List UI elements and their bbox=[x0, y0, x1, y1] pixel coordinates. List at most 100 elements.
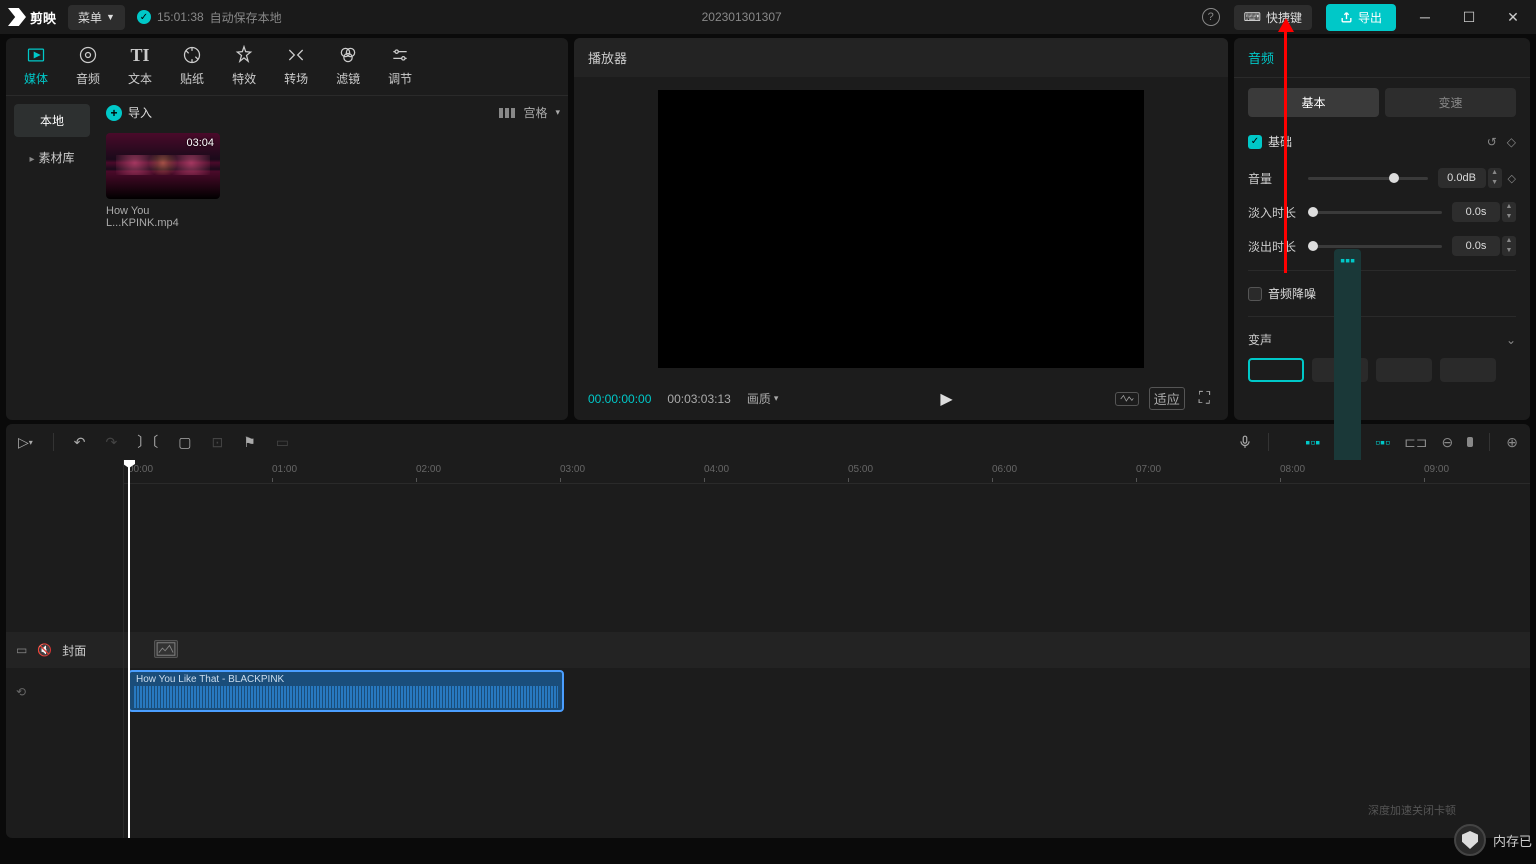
subtab-speed[interactable]: 变速 bbox=[1385, 88, 1516, 117]
redo-button[interactable]: ↷ bbox=[106, 434, 118, 451]
zoom-out[interactable]: ⊖ bbox=[1442, 434, 1454, 451]
minimize-button[interactable]: ─ bbox=[1410, 5, 1440, 29]
volume-value[interactable]: 0.0dB bbox=[1438, 168, 1486, 188]
preview-screen[interactable] bbox=[658, 90, 1144, 368]
thumbnail-image: 03:04 bbox=[106, 133, 220, 199]
keyframe-icon[interactable]: ◇ bbox=[1507, 135, 1516, 149]
project-title: 202301301307 bbox=[294, 10, 1190, 24]
keyboard-icon: ⌨ bbox=[1244, 10, 1261, 24]
tab-audio[interactable]: 音频 bbox=[76, 44, 100, 95]
play-button[interactable]: ▶ bbox=[940, 389, 952, 409]
lock-icon[interactable]: ⟲ bbox=[16, 685, 26, 699]
media-area: + 导入 宫格 ▾ 03:04 How You L...KPINK.mp4 bbox=[98, 96, 568, 420]
annotation-arrow bbox=[1284, 28, 1287, 273]
mic-button[interactable] bbox=[1238, 434, 1252, 450]
fit-button[interactable]: 适应 bbox=[1149, 387, 1185, 410]
logo-icon bbox=[8, 8, 26, 26]
text-icon: TI bbox=[129, 44, 151, 66]
volume-label: 音量 bbox=[1248, 170, 1298, 187]
fadein-spinner[interactable]: ▲▼ bbox=[1502, 202, 1516, 222]
flag-tool[interactable]: ⚑ bbox=[243, 434, 256, 451]
basic-label: 基础 bbox=[1268, 133, 1292, 150]
volume-spinner[interactable]: ▲▼ bbox=[1488, 168, 1502, 188]
tab-adjust[interactable]: 调节 bbox=[388, 44, 412, 95]
tab-filter[interactable]: 滤镜 bbox=[336, 44, 360, 95]
basic-checkbox[interactable]: ✓ bbox=[1248, 135, 1262, 149]
snap-toggle[interactable]: ⊏⊐ bbox=[1404, 434, 1427, 451]
menu-button[interactable]: 菜单 ▼ bbox=[68, 5, 125, 30]
timeline-ruler[interactable]: 00:00 01:00 02:00 03:00 04:00 05:00 06:0… bbox=[124, 460, 1530, 484]
split-tool[interactable]: 〕〔 bbox=[137, 432, 158, 452]
fadein-value[interactable]: 0.0s bbox=[1452, 202, 1500, 222]
audio-waveform bbox=[134, 686, 558, 708]
cover-thumb-icon bbox=[154, 640, 178, 658]
tool-b[interactable]: ▭ bbox=[276, 434, 289, 451]
tab-transition[interactable]: 转场 bbox=[284, 44, 308, 95]
delete-tool[interactable]: ▢ bbox=[178, 434, 191, 451]
track-toggle-1[interactable]: ▪▫▪ bbox=[1305, 434, 1320, 450]
timeline-body[interactable]: 00:00 01:00 02:00 03:00 04:00 05:00 06:0… bbox=[124, 460, 1530, 838]
audio-track-header[interactable]: ⟲ bbox=[6, 668, 123, 716]
reset-icon[interactable]: ↺ bbox=[1487, 135, 1497, 149]
import-button[interactable]: + 导入 bbox=[106, 104, 152, 121]
shortcut-button[interactable]: ⌨ 快捷键 bbox=[1234, 5, 1312, 30]
tab-media[interactable]: 媒体 bbox=[24, 44, 48, 95]
app-name: 剪映 bbox=[30, 8, 56, 27]
select-tool[interactable]: ▷▾ bbox=[18, 434, 33, 451]
track-toggle-3[interactable]: ▫▪▫ bbox=[1375, 434, 1390, 450]
volume-slider[interactable] bbox=[1308, 177, 1428, 180]
media-icon bbox=[25, 44, 47, 66]
security-badge[interactable] bbox=[1454, 824, 1486, 856]
filter-icon bbox=[337, 44, 359, 66]
maximize-button[interactable]: ☐ bbox=[1454, 5, 1484, 29]
transition-icon bbox=[285, 44, 307, 66]
view-toggle[interactable]: 宫格 ▾ bbox=[499, 104, 560, 121]
audio-track[interactable]: How You Like That - BLACKPINK bbox=[124, 668, 1530, 716]
export-icon bbox=[1340, 11, 1353, 24]
volume-keyframe[interactable]: ◇ bbox=[1508, 172, 1516, 185]
autosave-status: ✓ 15:01:38 自动保存本地 bbox=[137, 9, 282, 26]
thumbnail-name: How You L...KPINK.mp4 bbox=[106, 205, 220, 229]
fadein-label: 淡入时长 bbox=[1248, 204, 1298, 221]
scope-icon[interactable] bbox=[1115, 392, 1139, 406]
timeline-toolbar: ▷▾ ↶ ↷ 〕〔 ▢ ⊡ ⚑ ▭ ▪▫▪ ▪▪▪ ▫▪▫ ⊏⊐ ⊖ ⊕ bbox=[6, 424, 1530, 460]
help-icon[interactable]: ? bbox=[1202, 8, 1220, 26]
fadeout-slider[interactable] bbox=[1308, 245, 1442, 248]
media-panel: 媒体 音频 TI文本 贴纸 特效 转场 滤镜 调节 本地 ▸素材库 + 导入 bbox=[6, 38, 568, 420]
cover-track-header[interactable]: ▭ 🔇 封面 bbox=[6, 632, 123, 668]
fadein-slider[interactable] bbox=[1308, 211, 1442, 214]
tab-text[interactable]: TI文本 bbox=[128, 44, 152, 95]
playhead[interactable] bbox=[128, 460, 130, 838]
time-current: 00:00:00:00 bbox=[588, 392, 651, 406]
export-button[interactable]: 导出 bbox=[1326, 4, 1396, 31]
zoom-fit[interactable]: ⊕ bbox=[1506, 434, 1518, 451]
mute-icon[interactable]: 🔇 bbox=[37, 643, 52, 657]
sidebar-item-library[interactable]: ▸素材库 bbox=[14, 141, 90, 174]
undo-button[interactable]: ↶ bbox=[74, 434, 86, 451]
properties-tab-audio[interactable]: 音频 bbox=[1234, 38, 1530, 78]
memory-label: 内存已 bbox=[1493, 831, 1532, 850]
effect-icon bbox=[233, 44, 255, 66]
audio-clip[interactable]: How You Like That - BLACKPINK bbox=[128, 670, 564, 712]
tool-a[interactable]: ⊡ bbox=[212, 434, 224, 451]
fullscreen-icon[interactable]: ⛶ bbox=[1195, 389, 1214, 409]
quality-dropdown[interactable]: 画质▾ bbox=[747, 390, 779, 407]
tab-effect[interactable]: 特效 bbox=[232, 44, 256, 95]
grid-icon bbox=[499, 108, 515, 118]
close-button[interactable]: ✕ bbox=[1498, 5, 1528, 29]
media-thumbnail[interactable]: 03:04 How You L...KPINK.mp4 bbox=[106, 133, 220, 229]
sidebar-item-local[interactable]: 本地 bbox=[14, 104, 90, 137]
caret-right-icon: ▸ bbox=[29, 154, 34, 165]
tab-sticker[interactable]: 贴纸 bbox=[180, 44, 204, 95]
time-total: 00:03:03:13 bbox=[667, 392, 730, 406]
subtab-basic[interactable]: 基本 bbox=[1248, 88, 1379, 117]
media-sidebar: 本地 ▸素材库 bbox=[6, 96, 98, 420]
preview-header: 播放器 bbox=[574, 38, 1228, 77]
cover-track[interactable] bbox=[124, 632, 1530, 668]
chevron-down-icon: ▾ bbox=[555, 107, 560, 118]
thumbnail-duration: 03:04 bbox=[186, 137, 214, 149]
cover-track-icon: ▭ bbox=[16, 643, 27, 657]
empty-track-area[interactable] bbox=[124, 484, 1530, 632]
zoom-slider[interactable] bbox=[1467, 437, 1473, 447]
timeline: ▭ 🔇 封面 ⟲ 00:00 01:00 02:00 03:00 04:00 0… bbox=[6, 460, 1530, 838]
